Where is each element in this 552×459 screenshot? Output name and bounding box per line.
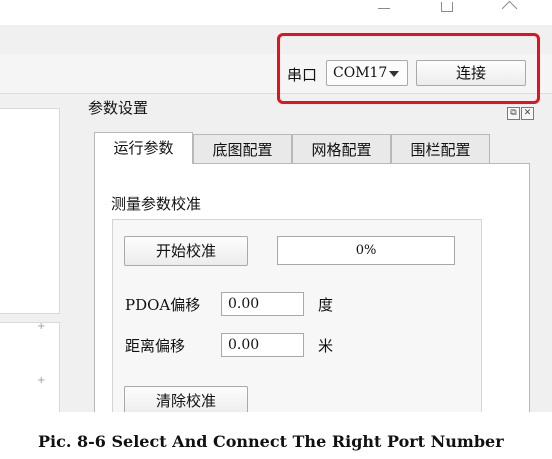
panel-title: 参数设置 — [88, 99, 149, 117]
tab-grid-config[interactable]: 网格配置 — [292, 134, 391, 164]
clear-calibration-button[interactable]: 清除校准 — [124, 386, 248, 412]
float-icon[interactable]: ⧉ — [507, 107, 520, 120]
calibration-progress: 0% — [277, 236, 455, 265]
minimize-icon[interactable] — [368, 0, 398, 20]
tab-run-params[interactable]: 运行参数 — [94, 132, 193, 164]
tab-fence-config[interactable]: 围栏配置 — [391, 134, 490, 164]
start-calibration-button[interactable]: 开始校准 — [124, 236, 248, 266]
figure-caption: Pic. 8-6 Select And Connect The Right Po… — [38, 432, 504, 451]
chevron-up-icon[interactable] — [496, 0, 526, 20]
plus-icon: + — [37, 375, 46, 386]
pdoa-offset-input[interactable]: 0.00 — [221, 292, 304, 316]
distance-offset-input[interactable]: 0.00 — [221, 333, 304, 357]
restore-icon[interactable] — [432, 0, 462, 20]
map-view-panel[interactable]: + + — [0, 108, 60, 412]
calibration-group-title: 测量参数校准 — [111, 195, 202, 213]
distance-offset-label: 距离偏移 — [125, 337, 186, 355]
app-window: 串口 COM17 连接 + + 参数设置 ⧉ ✕ 运行参数 底图配置 网格配置 围… — [0, 0, 552, 412]
pdoa-offset-label: PDOA偏移 — [125, 296, 201, 314]
pdoa-unit: 度 — [318, 296, 334, 314]
highlight-box — [277, 33, 540, 104]
close-icon[interactable]: ✕ — [521, 107, 534, 120]
distance-unit: 米 — [318, 337, 334, 355]
tab-basemap-config[interactable]: 底图配置 — [193, 134, 292, 164]
title-bar — [0, 0, 552, 25]
panel-splitter[interactable] — [0, 313, 60, 323]
